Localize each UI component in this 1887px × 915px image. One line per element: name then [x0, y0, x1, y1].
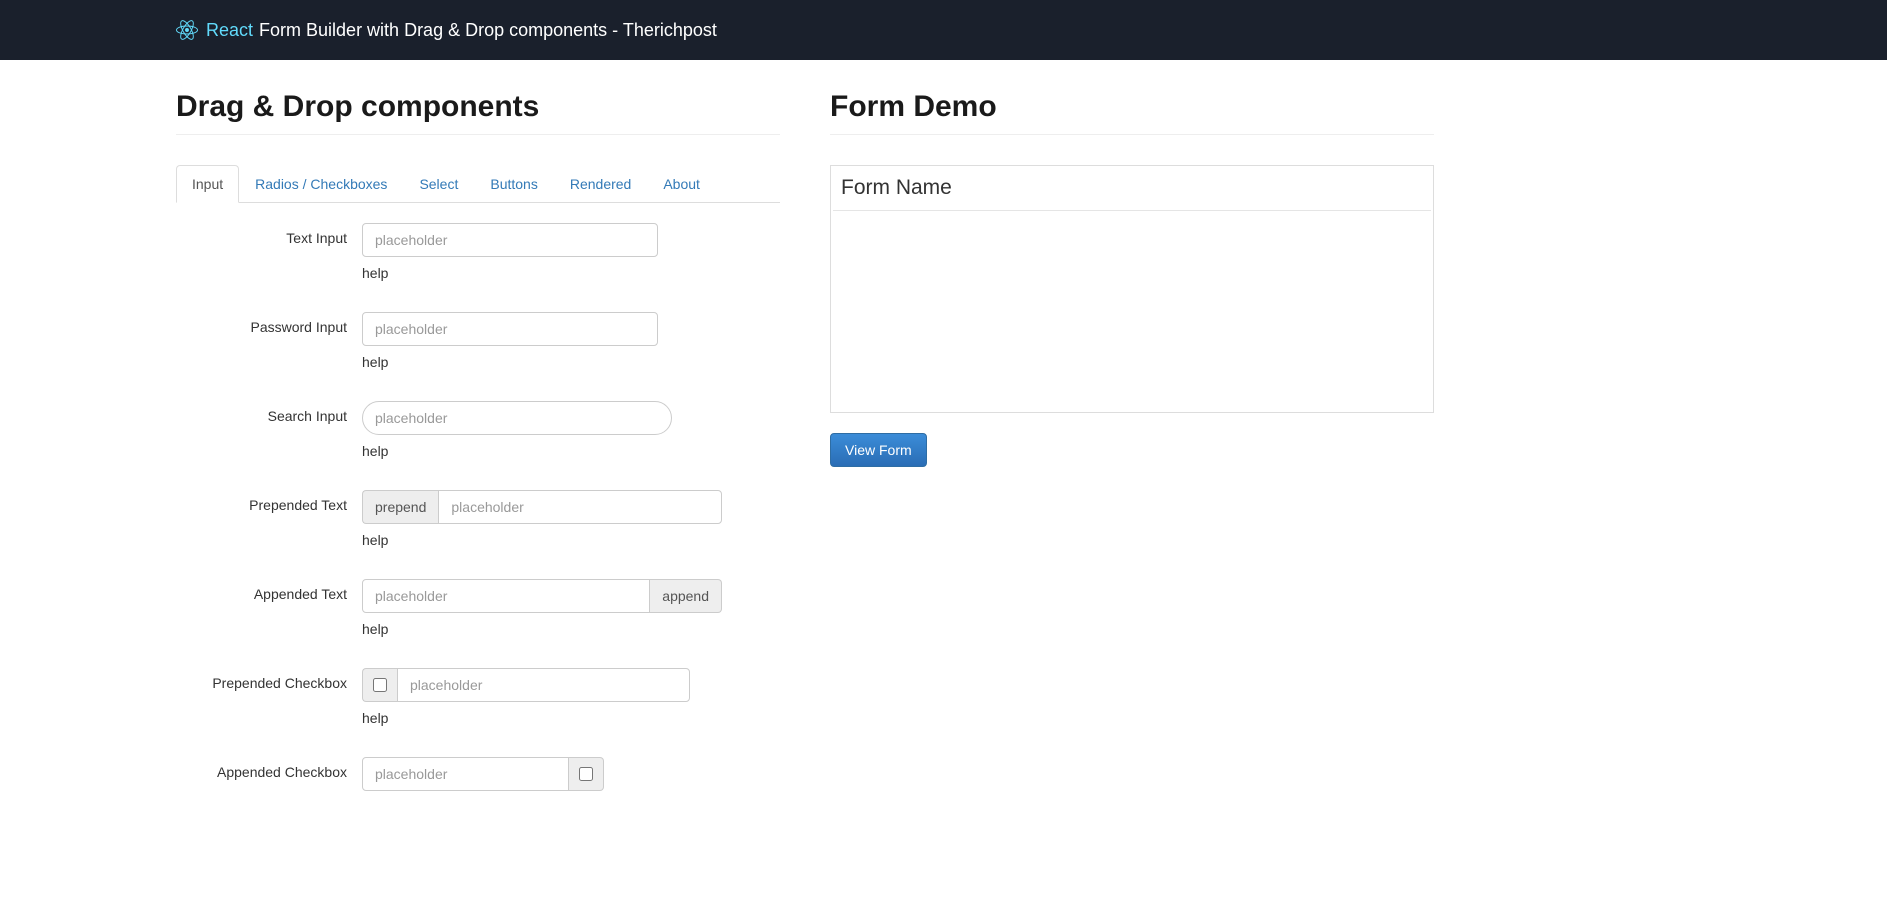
tab-input[interactable]: Input	[176, 165, 239, 203]
label-text-input: Text Input	[176, 223, 362, 297]
components-title: Drag & Drop components	[176, 90, 780, 124]
label-prepended-text: Prepended Text	[176, 490, 362, 564]
label-password-input: Password Input	[176, 312, 362, 386]
field-search-input[interactable]: Search Input help	[176, 401, 780, 475]
appended-text-input[interactable]	[362, 579, 650, 613]
help-search-input: help	[362, 443, 780, 459]
field-text-input[interactable]: Text Input help	[176, 223, 780, 297]
react-icon	[176, 19, 198, 41]
tab-radios-checkboxes[interactable]: Radios / Checkboxes	[239, 165, 403, 203]
form-demo-panel: Form Demo Form Name View Form	[830, 90, 1434, 806]
addon-prepend-checkbox	[362, 668, 397, 702]
prepended-text-input[interactable]	[438, 490, 722, 524]
addon-prepend: prepend	[362, 490, 438, 524]
label-appended-checkbox: Appended Checkbox	[176, 757, 362, 791]
brand-text: Form Builder with Drag & Drop components…	[259, 20, 717, 41]
label-appended-text: Appended Text	[176, 579, 362, 653]
field-appended-text[interactable]: Appended Text append help	[176, 579, 780, 653]
field-appended-checkbox[interactable]: Appended Checkbox	[176, 757, 780, 791]
tab-buttons[interactable]: Buttons	[474, 165, 553, 203]
field-prepended-checkbox[interactable]: Prepended Checkbox help	[176, 668, 780, 742]
label-prepended-checkbox: Prepended Checkbox	[176, 668, 362, 742]
appended-checkbox-input[interactable]	[362, 757, 569, 791]
addon-append: append	[650, 579, 722, 613]
help-appended-text: help	[362, 621, 780, 637]
help-prepended-checkbox: help	[362, 710, 780, 726]
field-prepended-text[interactable]: Prepended Text prepend help	[176, 490, 780, 564]
help-prepended-text: help	[362, 532, 780, 548]
brand-link[interactable]: React	[206, 20, 253, 41]
help-password-input: help	[362, 354, 780, 370]
appended-checkbox[interactable]	[579, 767, 593, 781]
divider	[830, 134, 1434, 135]
tab-select[interactable]: Select	[403, 165, 474, 203]
label-search-input: Search Input	[176, 401, 362, 475]
addon-append-checkbox	[569, 757, 604, 791]
components-panel: Drag & Drop components Input Radios / Ch…	[176, 90, 780, 806]
field-password-input[interactable]: Password Input help	[176, 312, 780, 386]
password-input[interactable]	[362, 312, 658, 346]
form-drop-area[interactable]: Form Name	[830, 165, 1434, 413]
divider	[176, 134, 780, 135]
form-legend: Form Name	[833, 166, 1431, 211]
help-text-input: help	[362, 265, 780, 281]
tabs: Input Radios / Checkboxes Select Buttons…	[176, 165, 780, 203]
tab-rendered[interactable]: Rendered	[554, 165, 648, 203]
form-demo-title: Form Demo	[830, 90, 1434, 124]
prepended-checkbox-input[interactable]	[397, 668, 690, 702]
tab-about[interactable]: About	[647, 165, 716, 203]
navbar: React Form Builder with Drag & Drop comp…	[0, 0, 1887, 60]
text-input[interactable]	[362, 223, 658, 257]
search-input[interactable]	[362, 401, 672, 435]
view-form-button[interactable]: View Form	[830, 433, 927, 467]
prepended-checkbox[interactable]	[373, 678, 387, 692]
